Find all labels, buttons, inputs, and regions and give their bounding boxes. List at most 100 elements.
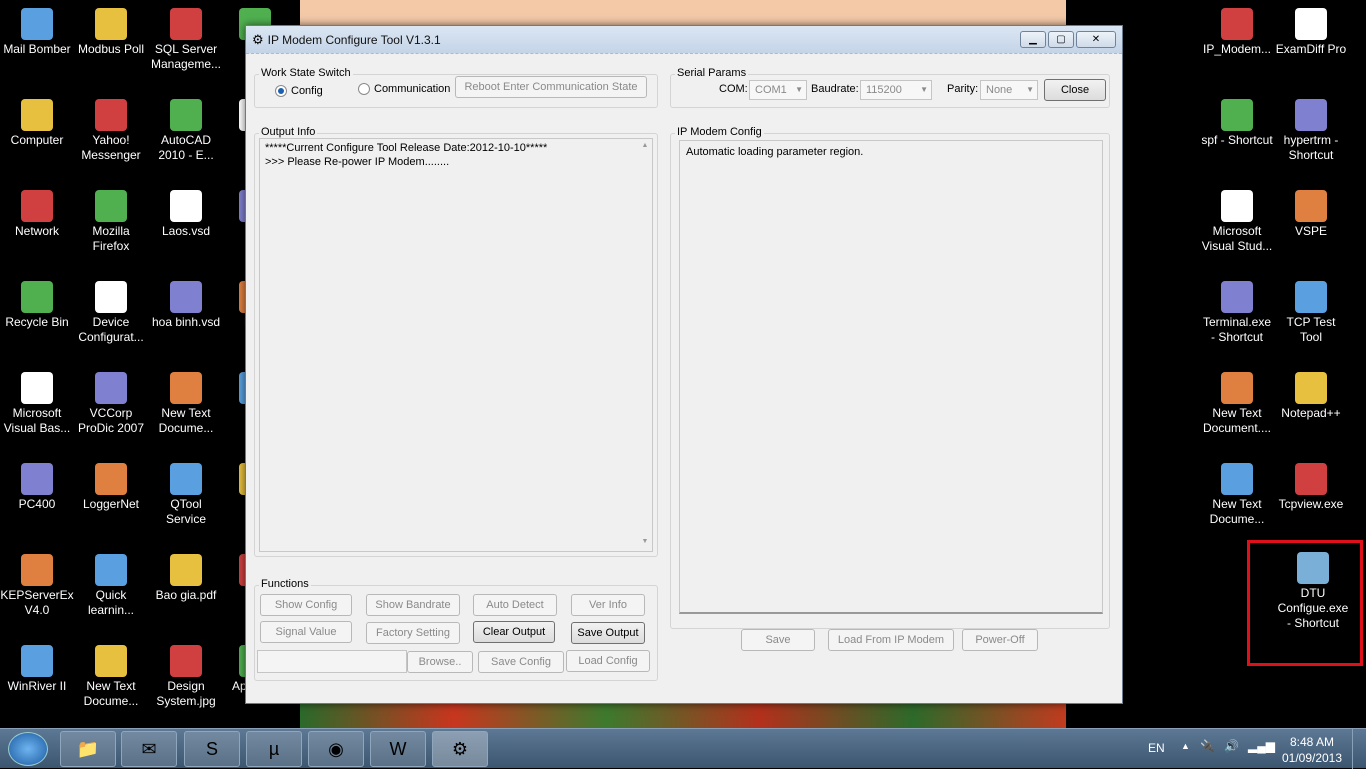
scrollbar[interactable]: ▲ ▼ bbox=[638, 139, 652, 551]
desktop-icon[interactable]: Computer bbox=[0, 99, 74, 148]
shortcut-icon bbox=[170, 554, 202, 586]
save-config-button[interactable]: Save Config bbox=[478, 651, 564, 673]
desktop-icon[interactable]: KEPServerEx V4.0 bbox=[0, 554, 74, 618]
explorer-taskbar-button[interactable]: 📁 bbox=[60, 731, 116, 767]
desktop-icon[interactable]: VSPE bbox=[1274, 190, 1348, 239]
desktop-icon[interactable]: New Text Docume... bbox=[149, 372, 223, 436]
show-desktop-button[interactable] bbox=[1352, 729, 1366, 769]
skype-taskbar-button[interactable]: S bbox=[184, 731, 240, 767]
chevron-down-icon: ▼ bbox=[920, 85, 928, 94]
desktop-icon[interactable]: New Text Docume... bbox=[74, 645, 148, 709]
desktop-icon[interactable]: WinRiver II bbox=[0, 645, 74, 694]
load-from-modem-button[interactable]: Load From IP Modem bbox=[828, 629, 954, 651]
desktop-icon[interactable]: QTool Service bbox=[149, 463, 223, 527]
desktop-icon[interactable]: Yahoo! Messenger bbox=[74, 99, 148, 163]
maximize-button[interactable]: ▢ bbox=[1048, 31, 1074, 48]
factory-setting-button[interactable]: Factory Setting bbox=[366, 622, 460, 644]
desktop-icon[interactable]: New Text Document.... bbox=[1200, 372, 1274, 436]
desktop-icon-label: New Text Document.... bbox=[1202, 406, 1272, 435]
shortcut-icon bbox=[21, 463, 53, 495]
desktop-icon-label: Microsoft Visual Stud... bbox=[1201, 224, 1273, 253]
shortcut-icon bbox=[1295, 190, 1327, 222]
ip-modem-taskbar-button[interactable]: ⚙ bbox=[432, 731, 488, 767]
desktop-icon[interactable]: Network bbox=[0, 190, 74, 239]
power-off-button[interactable]: Power-Off bbox=[962, 629, 1038, 651]
desktop-icon[interactable]: Device Configurat... bbox=[74, 281, 148, 345]
save-output-button[interactable]: Save Output bbox=[571, 622, 645, 644]
signal-value-button[interactable]: Signal Value bbox=[260, 621, 352, 643]
shortcut-icon bbox=[95, 99, 127, 131]
desktop-icon-label: AutoCAD 2010 - E... bbox=[158, 133, 214, 162]
desktop-icon[interactable]: ExamDiff Pro bbox=[1274, 8, 1348, 57]
show-bandrate-button[interactable]: Show Bandrate bbox=[366, 594, 460, 616]
desktop-icon[interactable]: Design System.jpg bbox=[149, 645, 223, 709]
desktop-icon[interactable]: SQL Server Manageme... bbox=[149, 8, 223, 72]
output-textarea[interactable]: *****Current Configure Tool Release Date… bbox=[259, 138, 653, 552]
baudrate-select[interactable]: 115200 ▼ bbox=[860, 80, 932, 100]
desktop-icon[interactable]: Microsoft Visual Stud... bbox=[1200, 190, 1274, 254]
reboot-button[interactable]: Reboot Enter Communication State bbox=[455, 76, 647, 98]
desktop-icon[interactable]: Mail Bomber bbox=[0, 8, 74, 57]
desktop-icon[interactable]: PC400 bbox=[0, 463, 74, 512]
utorrent-taskbar-button[interactable]: µ bbox=[246, 731, 302, 767]
desktop-icon[interactable]: Tcpview.exe bbox=[1274, 463, 1348, 512]
communication-radio[interactable] bbox=[358, 83, 370, 95]
close-window-button[interactable]: ✕ bbox=[1076, 31, 1116, 48]
language-indicator[interactable]: EN bbox=[1148, 741, 1165, 755]
desktop-icon[interactable]: Recycle Bin bbox=[0, 281, 74, 330]
title-bar[interactable]: ⚙ IP Modem Configure Tool V1.3.1 ▁ ▢ ✕ bbox=[246, 26, 1122, 54]
config-path-input[interactable] bbox=[257, 650, 407, 673]
desktop-icon[interactable]: AutoCAD 2010 - E... bbox=[149, 99, 223, 163]
desktop-icon[interactable]: hypertrm - Shortcut bbox=[1274, 99, 1348, 163]
config-radio[interactable] bbox=[275, 85, 287, 97]
word-taskbar-button[interactable]: W bbox=[370, 731, 426, 767]
shortcut-icon bbox=[1221, 190, 1253, 222]
start-button[interactable] bbox=[8, 732, 48, 766]
desktop-icon-label: New Text Docume... bbox=[158, 406, 214, 435]
desktop-icon-label: Bao gia.pdf bbox=[155, 588, 217, 602]
desktop-icon[interactable]: hoa binh.vsd bbox=[149, 281, 223, 330]
firefox-taskbar-button[interactable]: ◉ bbox=[308, 731, 364, 767]
minimize-button[interactable]: ▁ bbox=[1020, 31, 1046, 48]
desktop-icon[interactable]: VCCorp ProDic 2007 bbox=[74, 372, 148, 436]
desktop-icon[interactable]: New Text Docume... bbox=[1200, 463, 1274, 527]
window-title: IP Modem Configure Tool V1.3.1 bbox=[267, 32, 441, 47]
desktop-icon[interactable]: Mozilla Firefox bbox=[74, 190, 148, 254]
desktop-icon[interactable]: Quick learnin... bbox=[74, 554, 148, 618]
shortcut-icon bbox=[1295, 99, 1327, 131]
desktop-icon[interactable]: Terminal.exe - Shortcut bbox=[1200, 281, 1274, 345]
browse-button[interactable]: Browse.. bbox=[407, 651, 473, 673]
desktop-icon[interactable]: Bao gia.pdf bbox=[149, 554, 223, 603]
parameter-region[interactable]: Automatic loading parameter region. bbox=[679, 140, 1103, 614]
desktop-icon-label: Laos.vsd bbox=[161, 224, 211, 238]
parity-select[interactable]: None ▼ bbox=[980, 80, 1038, 100]
clear-output-button[interactable]: Clear Output bbox=[473, 621, 555, 643]
desktop-icon[interactable]: Microsoft Visual Bas... bbox=[0, 372, 74, 436]
baudrate-label: Baudrate: bbox=[811, 83, 859, 95]
show-hidden-icons-icon[interactable]: ▲ bbox=[1181, 741, 1190, 751]
clock[interactable]: 8:48 AM 01/09/2013 bbox=[1280, 734, 1344, 766]
power-icon[interactable]: 🔌 bbox=[1200, 739, 1215, 753]
desktop-icon-label: Mozilla Firefox bbox=[92, 224, 130, 253]
network-signal-icon[interactable]: ▂▄▆ bbox=[1248, 739, 1275, 753]
desktop-icon[interactable]: TCP Test Tool bbox=[1274, 281, 1348, 345]
close-port-button[interactable]: Close bbox=[1044, 79, 1106, 101]
shortcut-icon bbox=[21, 281, 53, 313]
desktop-icon[interactable]: Laos.vsd bbox=[149, 190, 223, 239]
auto-detect-button[interactable]: Auto Detect bbox=[473, 594, 557, 616]
outlook-taskbar-button[interactable]: ✉ bbox=[121, 731, 177, 767]
ver-info-button[interactable]: Ver Info bbox=[571, 594, 645, 616]
shortcut-icon bbox=[21, 99, 53, 131]
desktop-icon[interactable]: LoggerNet bbox=[74, 463, 148, 512]
volume-icon[interactable]: 🔊 bbox=[1224, 739, 1239, 753]
desktop-icon[interactable]: spf - Shortcut bbox=[1200, 99, 1274, 148]
desktop-icon[interactable]: Modbus Poll bbox=[74, 8, 148, 57]
desktop-icon-label: PC400 bbox=[18, 497, 56, 511]
show-config-button[interactable]: Show Config bbox=[260, 594, 352, 616]
load-config-button[interactable]: Load Config bbox=[566, 650, 650, 672]
desktop-icon[interactable]: IP_Modem... bbox=[1200, 8, 1274, 57]
com-select[interactable]: COM1 ▼ bbox=[749, 80, 807, 100]
shortcut-icon bbox=[170, 645, 202, 677]
save-button[interactable]: Save bbox=[741, 629, 815, 651]
desktop-icon[interactable]: Notepad++ bbox=[1274, 372, 1348, 421]
